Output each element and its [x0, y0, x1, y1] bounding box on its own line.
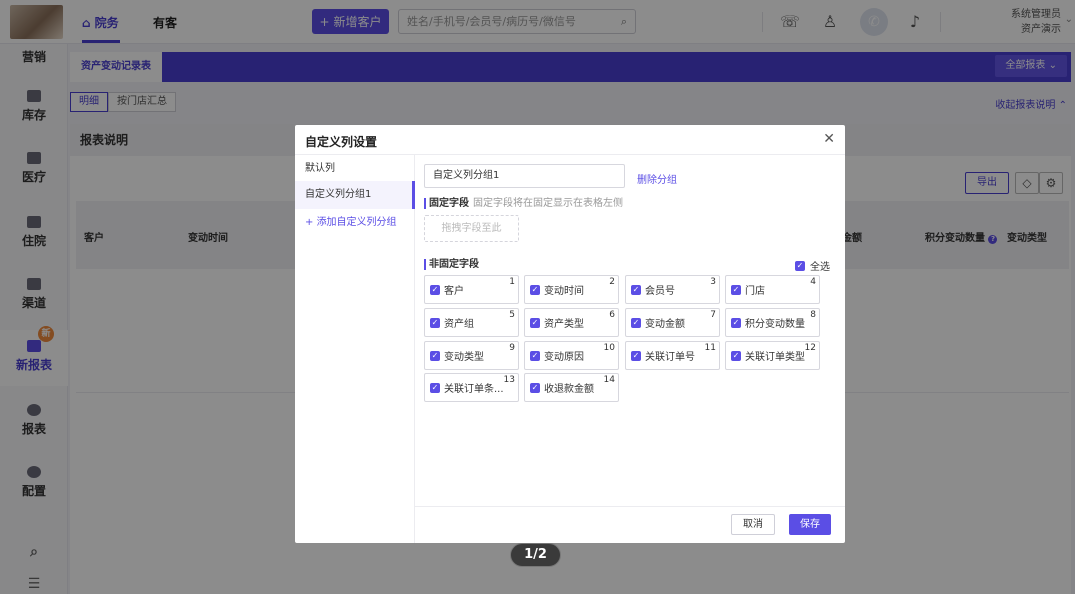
non-fixed-fields-title: 非固定字段: [424, 259, 479, 270]
custom-columns-dialog: 自定义列设置 ✕ 默认列 自定义列分组1 + 添加自定义列分组 自定义列分组1 …: [295, 125, 845, 543]
close-icon[interactable]: ✕: [823, 131, 835, 147]
field-item[interactable]: ✓ 门店 4: [725, 275, 820, 304]
field-item[interactable]: ✓ 变动时间 2: [524, 275, 619, 304]
dialog-footer-divider: [415, 506, 845, 507]
delete-group-link[interactable]: 删除分组: [637, 171, 677, 186]
field-item[interactable]: ✓ 关联订单条... 13: [424, 373, 519, 402]
dialog-title: 自定义列设置: [305, 135, 378, 149]
checkbox-checked-icon[interactable]: ✓: [631, 350, 641, 361]
field-item[interactable]: ✓ 变动类型 9: [424, 341, 519, 370]
field-item[interactable]: ✓ 变动金额 7: [625, 308, 720, 337]
field-item[interactable]: ✓ 变动原因 10: [524, 341, 619, 370]
column-group-list: 默认列 自定义列分组1 + 添加自定义列分组: [295, 155, 415, 543]
checkbox-checked-icon[interactable]: ✓: [430, 284, 440, 295]
checkbox-checked-icon: ✓: [795, 260, 805, 271]
group-custom-1[interactable]: 自定义列分组1: [295, 181, 415, 209]
field-item[interactable]: ✓ 关联订单号 11: [625, 341, 720, 370]
field-item[interactable]: ✓ 收退款金额 14: [524, 373, 619, 402]
checkbox-checked-icon[interactable]: ✓: [530, 284, 540, 295]
checkbox-checked-icon[interactable]: ✓: [631, 284, 641, 295]
field-item[interactable]: ✓ 积分变动数量 8: [725, 308, 820, 337]
checkbox-checked-icon[interactable]: ✓: [530, 350, 540, 361]
dialog-header: 自定义列设置 ✕: [295, 125, 845, 155]
fixed-fields-drop-zone[interactable]: 拖拽字段至此: [424, 215, 519, 242]
save-button[interactable]: 保存: [789, 514, 831, 535]
select-all-checkbox[interactable]: ✓ 全选: [795, 258, 830, 273]
checkbox-checked-icon[interactable]: ✓: [631, 317, 641, 328]
checkbox-checked-icon[interactable]: ✓: [430, 317, 440, 328]
fixed-fields-title: 固定字段 固定字段将在固定显示在表格左侧: [424, 198, 623, 209]
checkbox-checked-icon[interactable]: ✓: [731, 284, 741, 295]
field-item[interactable]: ✓ 客户 1: [424, 275, 519, 304]
field-item[interactable]: ✓ 会员号 3: [625, 275, 720, 304]
group-name-input[interactable]: 自定义列分组1: [424, 164, 625, 188]
page-indicator: 1/2: [510, 543, 561, 567]
checkbox-checked-icon[interactable]: ✓: [430, 382, 440, 393]
plus-icon: +: [305, 217, 317, 228]
checkbox-checked-icon[interactable]: ✓: [731, 350, 741, 361]
fixed-fields-hint: 固定字段将在固定显示在表格左侧: [473, 198, 623, 209]
add-custom-group-button[interactable]: + 添加自定义列分组: [295, 209, 414, 237]
field-item[interactable]: ✓ 资产组 5: [424, 308, 519, 337]
group-default-columns[interactable]: 默认列: [295, 155, 414, 183]
cancel-button[interactable]: 取消: [731, 514, 775, 535]
field-item[interactable]: ✓ 关联订单类型 12: [725, 341, 820, 370]
checkbox-checked-icon[interactable]: ✓: [530, 317, 540, 328]
checkbox-checked-icon[interactable]: ✓: [530, 382, 540, 393]
checkbox-checked-icon[interactable]: ✓: [430, 350, 440, 361]
checkbox-checked-icon[interactable]: ✓: [731, 317, 741, 328]
field-item[interactable]: ✓ 资产类型 6: [524, 308, 619, 337]
